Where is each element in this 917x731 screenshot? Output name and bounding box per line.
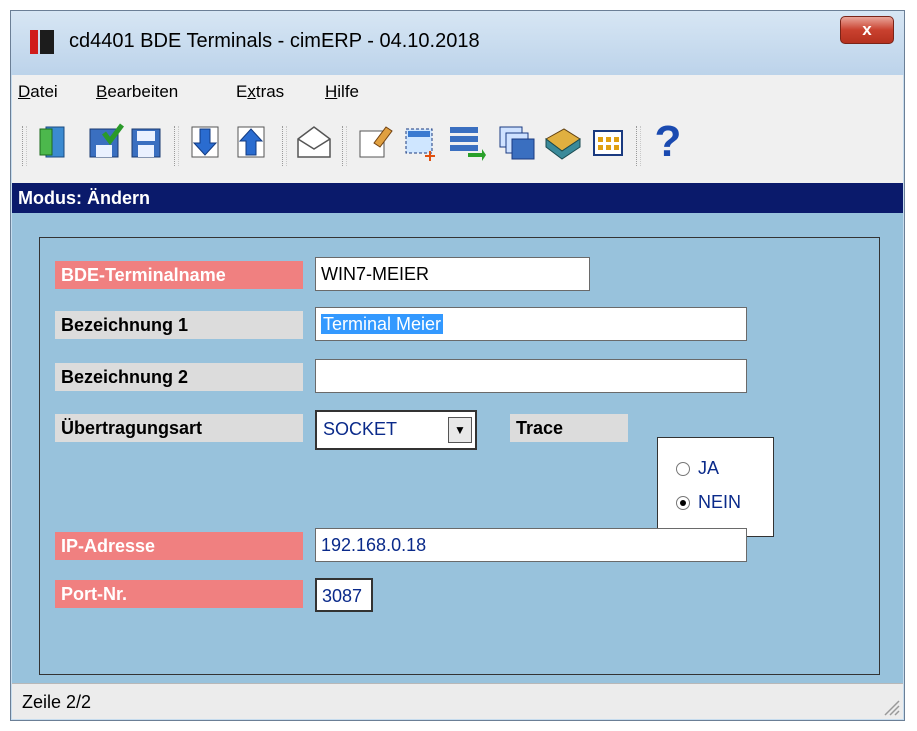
edit-document-icon[interactable] — [354, 121, 394, 163]
bezeichnung1-field[interactable]: Terminal Meier — [315, 307, 747, 341]
exit-door-icon[interactable] — [34, 121, 74, 163]
title-bar[interactable]: cd4401 BDE Terminals - cimERP - 04.10.20… — [11, 11, 904, 75]
resize-grip-icon[interactable] — [879, 695, 901, 717]
uebertragungsart-value: SOCKET — [323, 419, 398, 439]
trace-option-label: JA — [698, 458, 720, 478]
arrow-down-icon[interactable] — [186, 121, 226, 163]
window-title: cd4401 BDE Terminals - cimERP - 04.10.20… — [69, 30, 480, 52]
label-port: Port-Nr. — [55, 580, 303, 608]
save-check-icon[interactable] — [86, 121, 126, 163]
trace-option-label: NEIN — [698, 492, 742, 512]
envelope-icon[interactable] — [294, 121, 334, 163]
menu-extras[interactable]: Extras — [236, 82, 284, 102]
menu-hilfe[interactable]: Hilfe — [325, 82, 359, 102]
close-button[interactable]: x — [840, 16, 894, 44]
help-icon[interactable]: ? — [648, 120, 688, 164]
bezeichnung1-value: Terminal Meier — [321, 314, 444, 334]
new-record-icon[interactable] — [400, 121, 440, 163]
label-ip: IP-Adresse — [55, 532, 303, 560]
label-bezeichnung2: Bezeichnung 2 — [55, 363, 303, 391]
mode-bar: Modus: Ändern — [12, 183, 903, 213]
label-uebertragungsart: Übertragungsart — [55, 414, 303, 442]
windows-icon[interactable] — [496, 121, 536, 163]
label-bezeichnung1: Bezeichnung 1 — [55, 311, 303, 339]
list-transfer-icon[interactable] — [446, 121, 486, 163]
terminalname-field[interactable]: WIN7-MEIER — [315, 257, 590, 291]
radio-circle-icon — [676, 461, 690, 476]
menu-bar: Datei Bearbeiten Extras Hilfe — [12, 75, 903, 111]
save-icon[interactable] — [126, 121, 166, 163]
ip-field[interactable]: 192.168.0.18 — [315, 528, 747, 562]
uebertragungsart-select[interactable]: SOCKET ▼ — [315, 410, 477, 450]
trace-option-ja[interactable]: JA — [676, 458, 719, 479]
radio-circle-selected-icon — [676, 495, 690, 510]
menu-bearbeiten[interactable]: Bearbeiten — [96, 82, 178, 102]
label-trace: Trace — [510, 414, 628, 442]
menu-datei[interactable]: Datei — [18, 82, 58, 102]
chevron-down-icon[interactable]: ▼ — [448, 417, 472, 443]
form-area: BDE-Terminalname WIN7-MEIER Bezeichnung … — [12, 213, 903, 683]
book-icon[interactable] — [542, 121, 582, 163]
arrow-up-icon[interactable] — [232, 121, 272, 163]
bezeichnung2-field[interactable] — [315, 359, 747, 393]
trace-option-nein[interactable]: NEIN — [676, 492, 741, 513]
toolbar: ? — [12, 111, 903, 184]
form-panel: BDE-Terminalname WIN7-MEIER Bezeichnung … — [39, 237, 880, 675]
app-logo-icon — [30, 30, 54, 54]
app-window: cd4401 BDE Terminals - cimERP - 04.10.20… — [10, 10, 905, 721]
label-terminalname: BDE-Terminalname — [55, 261, 303, 289]
grid-icon[interactable] — [588, 121, 628, 163]
trace-radio-group: JA NEIN — [657, 437, 774, 537]
status-bar: Zeile 2/2 — [12, 683, 903, 719]
status-text: Zeile 2/2 — [22, 692, 92, 712]
port-field[interactable]: 3087 — [315, 578, 373, 612]
